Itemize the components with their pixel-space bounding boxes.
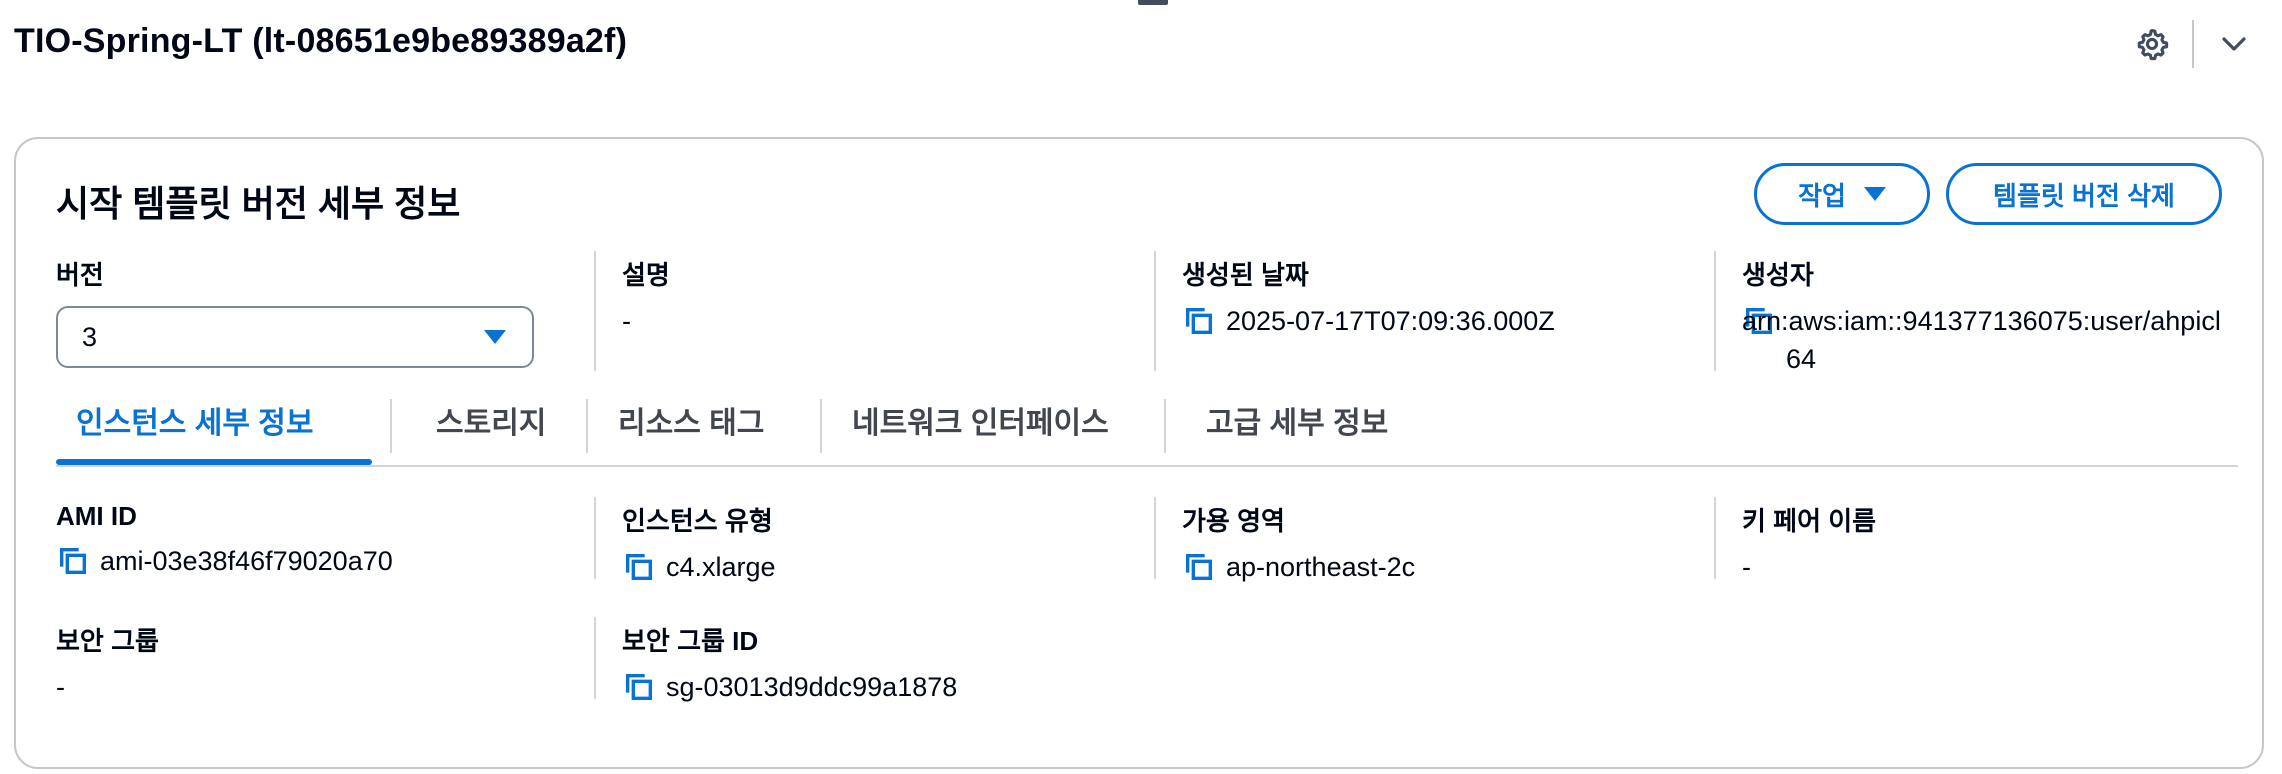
instance-type-text: c4.xlarge <box>666 552 776 582</box>
created-by-field: 생성자 arn:aws:iam::941377136075:user/ahpic… <box>1742 255 2228 378</box>
version-select-value: 3 <box>82 321 98 352</box>
tab-storage[interactable]: 스토리지 <box>436 377 546 463</box>
page-title: TIO-Spring-LT (lt-08651e9be89389a2f) <box>14 22 628 60</box>
tab-instance-details[interactable]: 인스턴스 세부 정보 <box>76 377 313 463</box>
version-select[interactable]: 3 <box>56 306 534 368</box>
key-pair-label: 키 페어 이름 <box>1742 506 1877 536</box>
copy-icon[interactable] <box>1182 550 1216 584</box>
security-group-id-value: sg-03013d9ddc99a1878 <box>622 668 1142 706</box>
version-label: 버전 <box>56 260 104 290</box>
ami-id-field: AMI ID ami-03e38f46f79020a70 <box>56 501 576 580</box>
security-group-value: - <box>56 668 576 706</box>
created-date-label: 생성된 날짜 <box>1182 260 1309 290</box>
security-group-id-text: sg-03013d9ddc99a1878 <box>666 672 958 702</box>
column-divider <box>1154 251 1156 371</box>
panel-drag-handle[interactable] <box>1138 0 1168 5</box>
copy-icon[interactable] <box>1182 304 1216 338</box>
ami-id-text: ami-03e38f46f79020a70 <box>100 546 393 576</box>
availability-zone-label: 가용 영역 <box>1182 506 1285 536</box>
ami-id-label: AMI ID <box>56 501 137 531</box>
security-group-id-label: 보안 그룹 ID <box>622 626 759 656</box>
key-pair-text: - <box>1742 552 1751 582</box>
caret-down-icon <box>484 330 506 344</box>
security-group-id-field: 보안 그룹 ID sg-03013d9ddc99a1878 <box>622 621 1142 706</box>
instance-type-field: 인스턴스 유형 c4.xlarge <box>622 501 1142 586</box>
created-by-label: 생성자 <box>1742 260 1814 290</box>
key-pair-field: 키 페어 이름 - <box>1742 501 2262 586</box>
card-title: 시작 템플릿 버전 세부 정보 <box>56 183 461 224</box>
created-by-value: arn:aws:iam::941377136075:user/ahpicl64 <box>1742 302 2228 378</box>
caret-down-icon <box>1863 187 1886 201</box>
gear-icon <box>2137 28 2169 61</box>
security-group-field: 보안 그룹 - <box>56 621 576 706</box>
tab-advanced-details[interactable]: 고급 세부 정보 <box>1206 377 1388 463</box>
settings-button[interactable] <box>2130 22 2174 66</box>
header-divider <box>2192 20 2194 68</box>
tab-divider <box>820 399 822 453</box>
availability-zone-field: 가용 영역 ap-northeast-2c <box>1182 501 1702 586</box>
column-divider <box>1154 497 1156 579</box>
copy-icon[interactable] <box>56 544 90 578</box>
created-date-text: 2025-07-17T07:09:36.000Z <box>1226 306 1555 336</box>
security-group-label: 보안 그룹 <box>56 626 159 656</box>
security-group-text: - <box>56 672 65 702</box>
ami-id-value: ami-03e38f46f79020a70 <box>56 542 576 580</box>
column-divider <box>594 497 596 579</box>
detail-tabs: 인스턴스 세부 정보 스토리지 리소스 태그 네트워크 인터페이스 고급 세부 … <box>56 377 2238 467</box>
version-field: 버전 3 <box>56 255 576 368</box>
availability-zone-value: ap-northeast-2c <box>1182 548 1702 586</box>
instance-type-value: c4.xlarge <box>622 548 1142 586</box>
column-divider <box>1714 251 1716 371</box>
tab-divider <box>586 399 588 453</box>
actions-dropdown-button[interactable]: 작업 <box>1754 163 1930 225</box>
header-actions <box>2122 18 2282 68</box>
copy-icon[interactable] <box>622 670 656 704</box>
tab-divider <box>1164 399 1166 453</box>
tab-network-interfaces[interactable]: 네트워크 인터페이스 <box>852 377 1109 463</box>
tab-divider <box>390 399 392 453</box>
created-date-value: 2025-07-17T07:09:36.000Z <box>1182 302 1702 340</box>
instance-type-label: 인스턴스 유형 <box>622 506 773 536</box>
created-by-text: arn:aws:iam::941377136075:user/ahpicl64 <box>1742 306 2221 374</box>
created-date-field: 생성된 날짜 2025-07-17T07:09:36.000Z <box>1182 255 1702 340</box>
delete-template-version-button[interactable]: 템플릿 버전 삭제 <box>1946 163 2222 225</box>
copy-icon[interactable] <box>622 550 656 584</box>
availability-zone-text: ap-northeast-2c <box>1226 552 1416 582</box>
chevron-down-icon <box>2222 37 2246 51</box>
template-version-details-card: 시작 템플릿 버전 세부 정보 작업 템플릿 버전 삭제 버전 3 설명 - 생… <box>14 137 2264 769</box>
description-label: 설명 <box>622 260 670 290</box>
column-divider <box>594 617 596 699</box>
description-text: - <box>622 306 631 336</box>
description-field: 설명 - <box>622 255 1142 340</box>
actions-button-label: 작업 <box>1798 180 1846 211</box>
collapse-button[interactable] <box>2212 22 2256 66</box>
description-value: - <box>622 302 1142 340</box>
key-pair-value: - <box>1742 548 2262 586</box>
column-divider <box>594 251 596 371</box>
column-divider <box>1714 497 1716 579</box>
active-tab-indicator <box>56 459 372 465</box>
tab-resource-tags[interactable]: 리소스 태그 <box>618 377 764 463</box>
